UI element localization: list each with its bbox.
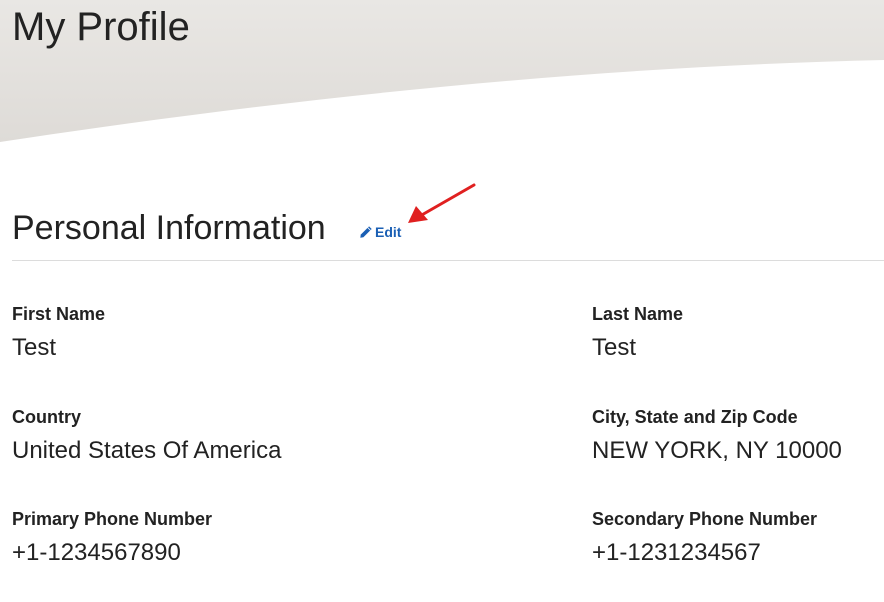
city-state-zip-label: City, State and Zip Code	[592, 407, 798, 427]
country-field: Country United States Of America	[12, 406, 281, 465]
city-state-zip-field: City, State and Zip Code NEW YORK, NY 10…	[592, 406, 842, 465]
secondary-phone-label: Secondary Phone Number	[592, 509, 818, 529]
secondary-phone-field: Secondary Phone Number +1-1231234567	[592, 508, 817, 567]
first-name-label: First Name	[12, 304, 106, 324]
first-name-value: Test	[12, 334, 57, 361]
country-value: United States Of America	[12, 437, 282, 464]
primary-phone-value: +1-1234567890	[12, 539, 181, 566]
first-name-field: First Name Test	[12, 303, 105, 362]
edit-button[interactable]: Edit	[359, 224, 401, 240]
primary-phone-label: Primary Phone Number	[12, 509, 213, 529]
country-label: Country	[12, 407, 81, 427]
profile-page: My Profile Personal Information Edit Fir…	[0, 0, 884, 602]
edit-label: Edit	[375, 224, 402, 240]
primary-phone-field: Primary Phone Number +1-1234567890	[12, 508, 212, 567]
page-title: My Profile	[12, 5, 190, 49]
last-name-value: Test	[592, 334, 637, 361]
annotation-arrow-icon	[408, 183, 476, 223]
city-state-zip-value: NEW YORK, NY 10000	[592, 437, 842, 464]
secondary-phone-value: +1-1231234567	[592, 539, 761, 566]
last-name-label: Last Name	[592, 304, 684, 324]
pencil-icon	[359, 225, 373, 239]
section-title: Personal Information	[12, 209, 326, 247]
last-name-field: Last Name Test	[592, 303, 683, 362]
